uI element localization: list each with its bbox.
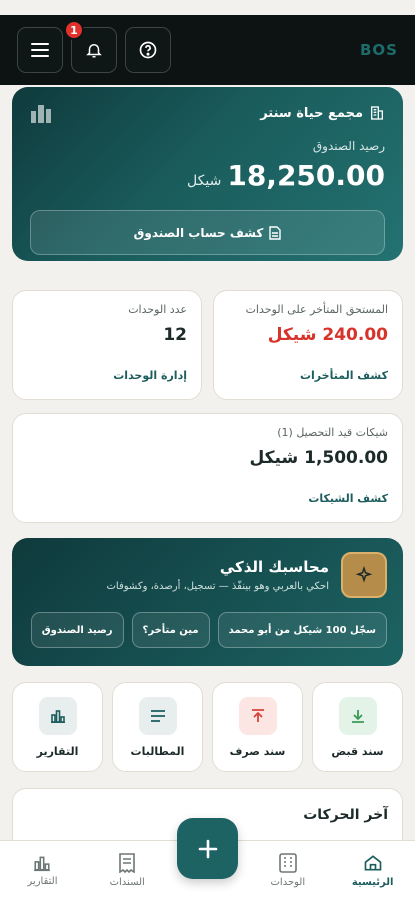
quick-action-receipt[interactable]: سند قبض [312, 682, 403, 772]
fund-statement-label: كشف حساب الصندوق [133, 225, 264, 240]
quick-action-claims[interactable]: المطالبات [112, 682, 203, 772]
assistant-title: محاسبك الذكي [219, 558, 329, 576]
manage-units-link[interactable]: إدارة الوحدات [113, 369, 187, 382]
bar-chart-icon [38, 696, 77, 735]
brand-logo: BOS [360, 41, 398, 59]
claims-label: المطالبات [130, 744, 185, 758]
assistant-subtitle: احكي بالعربي وهو بينفّذ — تسجيل، أرصدة، … [106, 581, 329, 592]
home-icon [364, 855, 381, 871]
chip-fund-balance[interactable]: رصيد الصندوق [30, 612, 124, 648]
units-count: 12 [163, 325, 187, 345]
menu-button[interactable] [17, 27, 63, 73]
complex-name: مجمع حياة سنتر [260, 105, 363, 121]
lines-icon [138, 696, 177, 735]
reports-label: التقارير [36, 744, 79, 758]
balance-label: رصيد الصندوق [312, 139, 385, 153]
units-label: عدد الوحدات [128, 303, 187, 316]
ai-assistant-card: محاسبك الذكي احكي بالعربي وهو بينفّذ — ت… [12, 538, 403, 666]
document-icon [269, 225, 282, 240]
balance-currency: شيكل [187, 173, 222, 189]
complex-title: مجمع حياة سنتر [260, 105, 385, 121]
chip-record-payment[interactable]: سجّل 100 شيكل من أبو محمد [217, 612, 387, 648]
chip-who-overdue[interactable]: مين متأخر؟ [131, 612, 210, 648]
nav-reports[interactable]: التقارير [7, 854, 77, 887]
hamburger-icon [31, 43, 49, 57]
cheques-statement-link[interactable]: كشف الشيكات [308, 492, 388, 505]
overdue-card: المستحق المتأخر على الوحدات 240.00 شيكل … [213, 290, 403, 400]
payment-label: سند صرف [229, 744, 286, 758]
status-bar [0, 0, 415, 15]
sparkle-icon [341, 552, 387, 598]
top-bar: BOS 1 [0, 15, 415, 85]
help-button[interactable] [125, 27, 171, 73]
nav-units-label: الوحدات [270, 877, 306, 888]
cheques-label: شيكات قيد التحصيل (1) [277, 426, 388, 439]
nav-vouchers-label: السندات [109, 877, 145, 888]
city-icon [31, 105, 51, 123]
fund-balance-card: مجمع حياة سنتر رصيد الصندوق 18,250.00 شي… [12, 87, 403, 261]
quick-action-reports[interactable]: التقارير [12, 682, 103, 772]
help-icon [139, 41, 157, 59]
receipt-label: سند قبض [331, 744, 384, 758]
plus-icon [198, 839, 217, 858]
overdue-label: المستحق المتأخر على الوحدات [245, 303, 388, 316]
fund-statement-button[interactable]: كشف حساب الصندوق [30, 210, 385, 255]
download-arrow-icon [338, 696, 377, 735]
toolbar-buttons: 1 [17, 20, 171, 73]
receipt-icon [119, 853, 136, 873]
bell-icon [86, 44, 102, 58]
nav-home[interactable]: الرئيسية [338, 853, 408, 888]
cheques-card: شيكات قيد التحصيل (1) 1,500.00 شيكل كشف … [12, 413, 403, 523]
suggestion-chips: سجّل 100 شيكل من أبو محمد مين متأخر؟ رصي… [28, 612, 387, 648]
nav-vouchers[interactable]: السندات [92, 853, 162, 888]
cheques-value: 1,500.00 شيكل [249, 448, 388, 468]
upload-arrow-icon [238, 696, 277, 735]
overdue-statement-link[interactable]: كشف المتأخرات [300, 369, 388, 382]
grid-building-icon [279, 853, 297, 873]
units-card: عدد الوحدات 12 إدارة الوحدات [12, 290, 202, 400]
balance-amount: 18,250.00 شيكل [30, 159, 385, 192]
dashboard-content: مجمع حياة سنتر رصيد الصندوق 18,250.00 شي… [0, 85, 415, 840]
chart-icon [34, 856, 51, 872]
nav-units[interactable]: الوحدات [253, 853, 323, 888]
nav-reports-label: التقارير [27, 876, 58, 887]
overdue-value: 240.00 شيكل [267, 325, 388, 345]
quick-action-payment[interactable]: سند صرف [212, 682, 303, 772]
add-button[interactable] [177, 818, 238, 879]
building-icon [371, 106, 383, 120]
balance-value: 18,250.00 [227, 159, 385, 192]
notification-badge: 1 [64, 20, 84, 40]
nav-home-label: الرئيسية [351, 877, 394, 888]
notifications-button[interactable]: 1 [64, 20, 117, 73]
